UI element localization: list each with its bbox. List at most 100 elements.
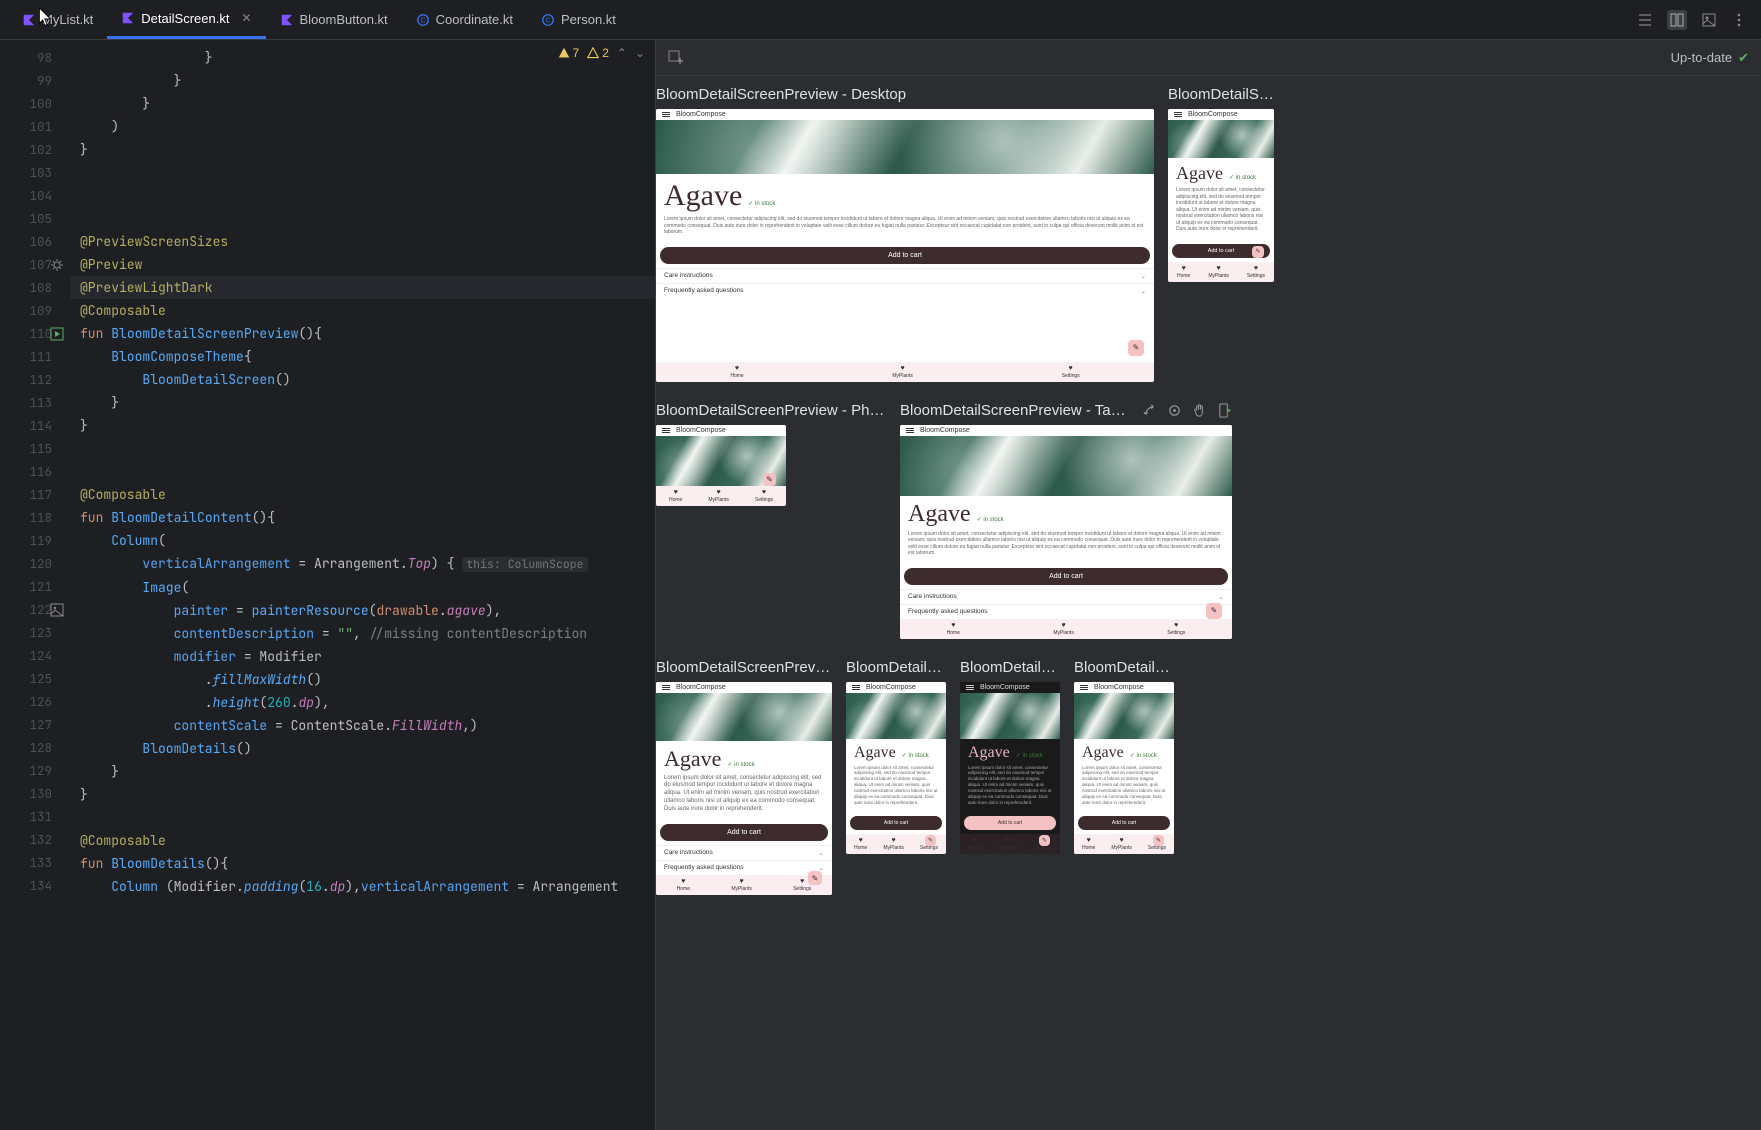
line-number[interactable]: 99	[0, 69, 70, 92]
nav-item[interactable]: ♥Settings	[755, 489, 773, 503]
preview-card[interactable]: BloomCompose Agavein stock Lorem ipsum d…	[900, 425, 1232, 639]
nav-item[interactable]: ♥MyPlants	[1111, 837, 1132, 851]
line-number[interactable]: 102	[0, 138, 70, 161]
line-number[interactable]: 103	[0, 161, 70, 184]
nav-item[interactable]: ♥Home	[1177, 265, 1190, 279]
line-number[interactable]: 114	[0, 414, 70, 437]
warning-indicator[interactable]: 7	[558, 46, 580, 60]
line-number[interactable]: 104	[0, 184, 70, 207]
add-to-cart-button[interactable]: Add to cart	[660, 824, 828, 841]
preview-card[interactable]: BloomCompose Agavein stock Lorem ipsum d…	[960, 682, 1060, 855]
hamburger-icon[interactable]	[662, 112, 670, 117]
code-editor[interactable]: 7 2 ⌃ ⌄ 98991001011021031041051061071081…	[0, 40, 655, 1130]
nav-item[interactable]: ♥MyPlants	[997, 837, 1018, 851]
hamburger-icon[interactable]	[852, 685, 860, 690]
close-icon[interactable]: ✕	[241, 11, 251, 25]
line-number[interactable]: 111	[0, 345, 70, 368]
hamburger-icon[interactable]	[1080, 685, 1088, 690]
nav-item[interactable]: ♥Home	[730, 365, 743, 379]
deploy-icon[interactable]	[1217, 403, 1232, 418]
more-icon[interactable]	[1731, 10, 1747, 30]
line-number[interactable]: 131	[0, 805, 70, 828]
edit-fab[interactable]: ✎	[1206, 603, 1222, 619]
add-preview-icon[interactable]	[668, 50, 684, 66]
tab-mylist[interactable]: MyList.kt	[8, 0, 107, 39]
faq-section[interactable]: Frequently asked questions	[656, 283, 1154, 298]
tab-detailscreen[interactable]: DetailScreen.kt ✕	[107, 0, 265, 39]
line-number[interactable]: 120	[0, 552, 70, 575]
hamburger-icon[interactable]	[906, 428, 914, 433]
line-number[interactable]: 133	[0, 851, 70, 874]
line-number[interactable]: 108	[0, 276, 70, 299]
nav-item[interactable]: ♥Settings	[1247, 265, 1265, 279]
line-number[interactable]: 125	[0, 667, 70, 690]
line-number[interactable]: 112	[0, 368, 70, 391]
line-number[interactable]: 124	[0, 644, 70, 667]
line-number[interactable]: 127	[0, 713, 70, 736]
inspections-summary[interactable]: 7 2 ⌃ ⌄	[558, 46, 646, 60]
nav-item[interactable]: ♥Settings	[1167, 622, 1185, 636]
edit-fab[interactable]: ✎	[925, 835, 936, 846]
preview-card[interactable]: BloomCompose Agavein stock Lorem ipsum d…	[656, 682, 832, 896]
edit-fab[interactable]: ✎	[1153, 835, 1164, 846]
interactive-icon[interactable]	[1167, 403, 1182, 418]
line-number[interactable]: 118	[0, 506, 70, 529]
line-number[interactable]: 121	[0, 575, 70, 598]
add-to-cart-button[interactable]: Add to cart	[660, 247, 1150, 264]
hamburger-icon[interactable]	[1174, 112, 1182, 117]
nav-item[interactable]: ♥MyPlants	[892, 365, 913, 379]
nav-item[interactable]: ♥Settings	[1062, 365, 1080, 379]
nav-item[interactable]: ♥MyPlants	[1053, 622, 1074, 636]
run-gutter-icon[interactable]	[50, 325, 64, 339]
preview-card[interactable]: BloomCompose Agavein stock Lorem ipsum d…	[1168, 109, 1274, 282]
hamburger-icon[interactable]	[662, 428, 670, 433]
care-section[interactable]: Care instructions	[656, 268, 1154, 283]
line-number[interactable]: 115	[0, 437, 70, 460]
line-number[interactable]: 123	[0, 621, 70, 644]
chevron-down-icon[interactable]: ⌄	[635, 46, 645, 60]
tab-person[interactable]: C Person.kt	[527, 0, 630, 39]
nav-item[interactable]: ♥MyPlants	[883, 837, 904, 851]
line-number[interactable]: 106	[0, 230, 70, 253]
line-number[interactable]: 122	[0, 598, 70, 621]
line-number[interactable]: 128	[0, 736, 70, 759]
hamburger-icon[interactable]	[662, 685, 670, 690]
design-view-icon[interactable]	[1701, 10, 1717, 30]
edit-fab[interactable]: ✎	[808, 871, 822, 885]
line-number[interactable]: 98	[0, 46, 70, 69]
edit-fab[interactable]: ✎	[1252, 246, 1264, 258]
line-number[interactable]: 129	[0, 759, 70, 782]
gutter-settings-icon[interactable]	[50, 256, 64, 270]
line-number[interactable]: 100	[0, 92, 70, 115]
nav-item[interactable]: ♥Home	[968, 837, 981, 851]
line-number[interactable]: 134	[0, 874, 70, 897]
line-number[interactable]: 107	[0, 253, 70, 276]
line-number[interactable]: 101	[0, 115, 70, 138]
nav-item[interactable]: ♥Home	[669, 489, 682, 503]
edit-fab[interactable]: ✎	[1039, 835, 1050, 846]
care-section[interactable]: Care instructions	[900, 589, 1232, 604]
line-number[interactable]: 130	[0, 782, 70, 805]
weak-warning-indicator[interactable]: 2	[587, 46, 609, 60]
hamburger-icon[interactable]	[966, 685, 974, 690]
add-to-cart-button[interactable]: Add to cart	[964, 816, 1056, 830]
tab-bloombutton[interactable]: BloomButton.kt	[266, 0, 402, 39]
preview-card[interactable]: BloomCompose Agavein stock Lorem ipsum d…	[846, 682, 946, 855]
add-to-cart-button[interactable]: Add to cart	[904, 568, 1228, 585]
line-number-gutter[interactable]: 9899100101102103104105106107108109110111…	[0, 40, 70, 1130]
chevron-up-icon[interactable]: ⌃	[617, 46, 627, 60]
list-view-icon[interactable]	[1637, 10, 1653, 30]
nav-item[interactable]: ♥Home	[947, 622, 960, 636]
nav-item[interactable]: ♥Home	[677, 878, 690, 892]
edit-fab[interactable]: ✎	[763, 473, 776, 486]
add-to-cart-button[interactable]: Add to cart	[1078, 816, 1170, 830]
tab-coordinate[interactable]: C Coordinate.kt	[402, 0, 527, 39]
nav-item[interactable]: ♥MyPlants	[731, 878, 752, 892]
line-number[interactable]: 110	[0, 322, 70, 345]
nav-item[interactable]: ♥Home	[1082, 837, 1095, 851]
line-number[interactable]: 109	[0, 299, 70, 322]
nav-item[interactable]: ♥MyPlants	[708, 489, 729, 503]
nav-item[interactable]: ♥Home	[854, 837, 867, 851]
preview-card[interactable]: BloomCompose Agavein stock Lorem ipsum d…	[656, 109, 1154, 382]
add-to-cart-button[interactable]: Add to cart	[850, 816, 942, 830]
